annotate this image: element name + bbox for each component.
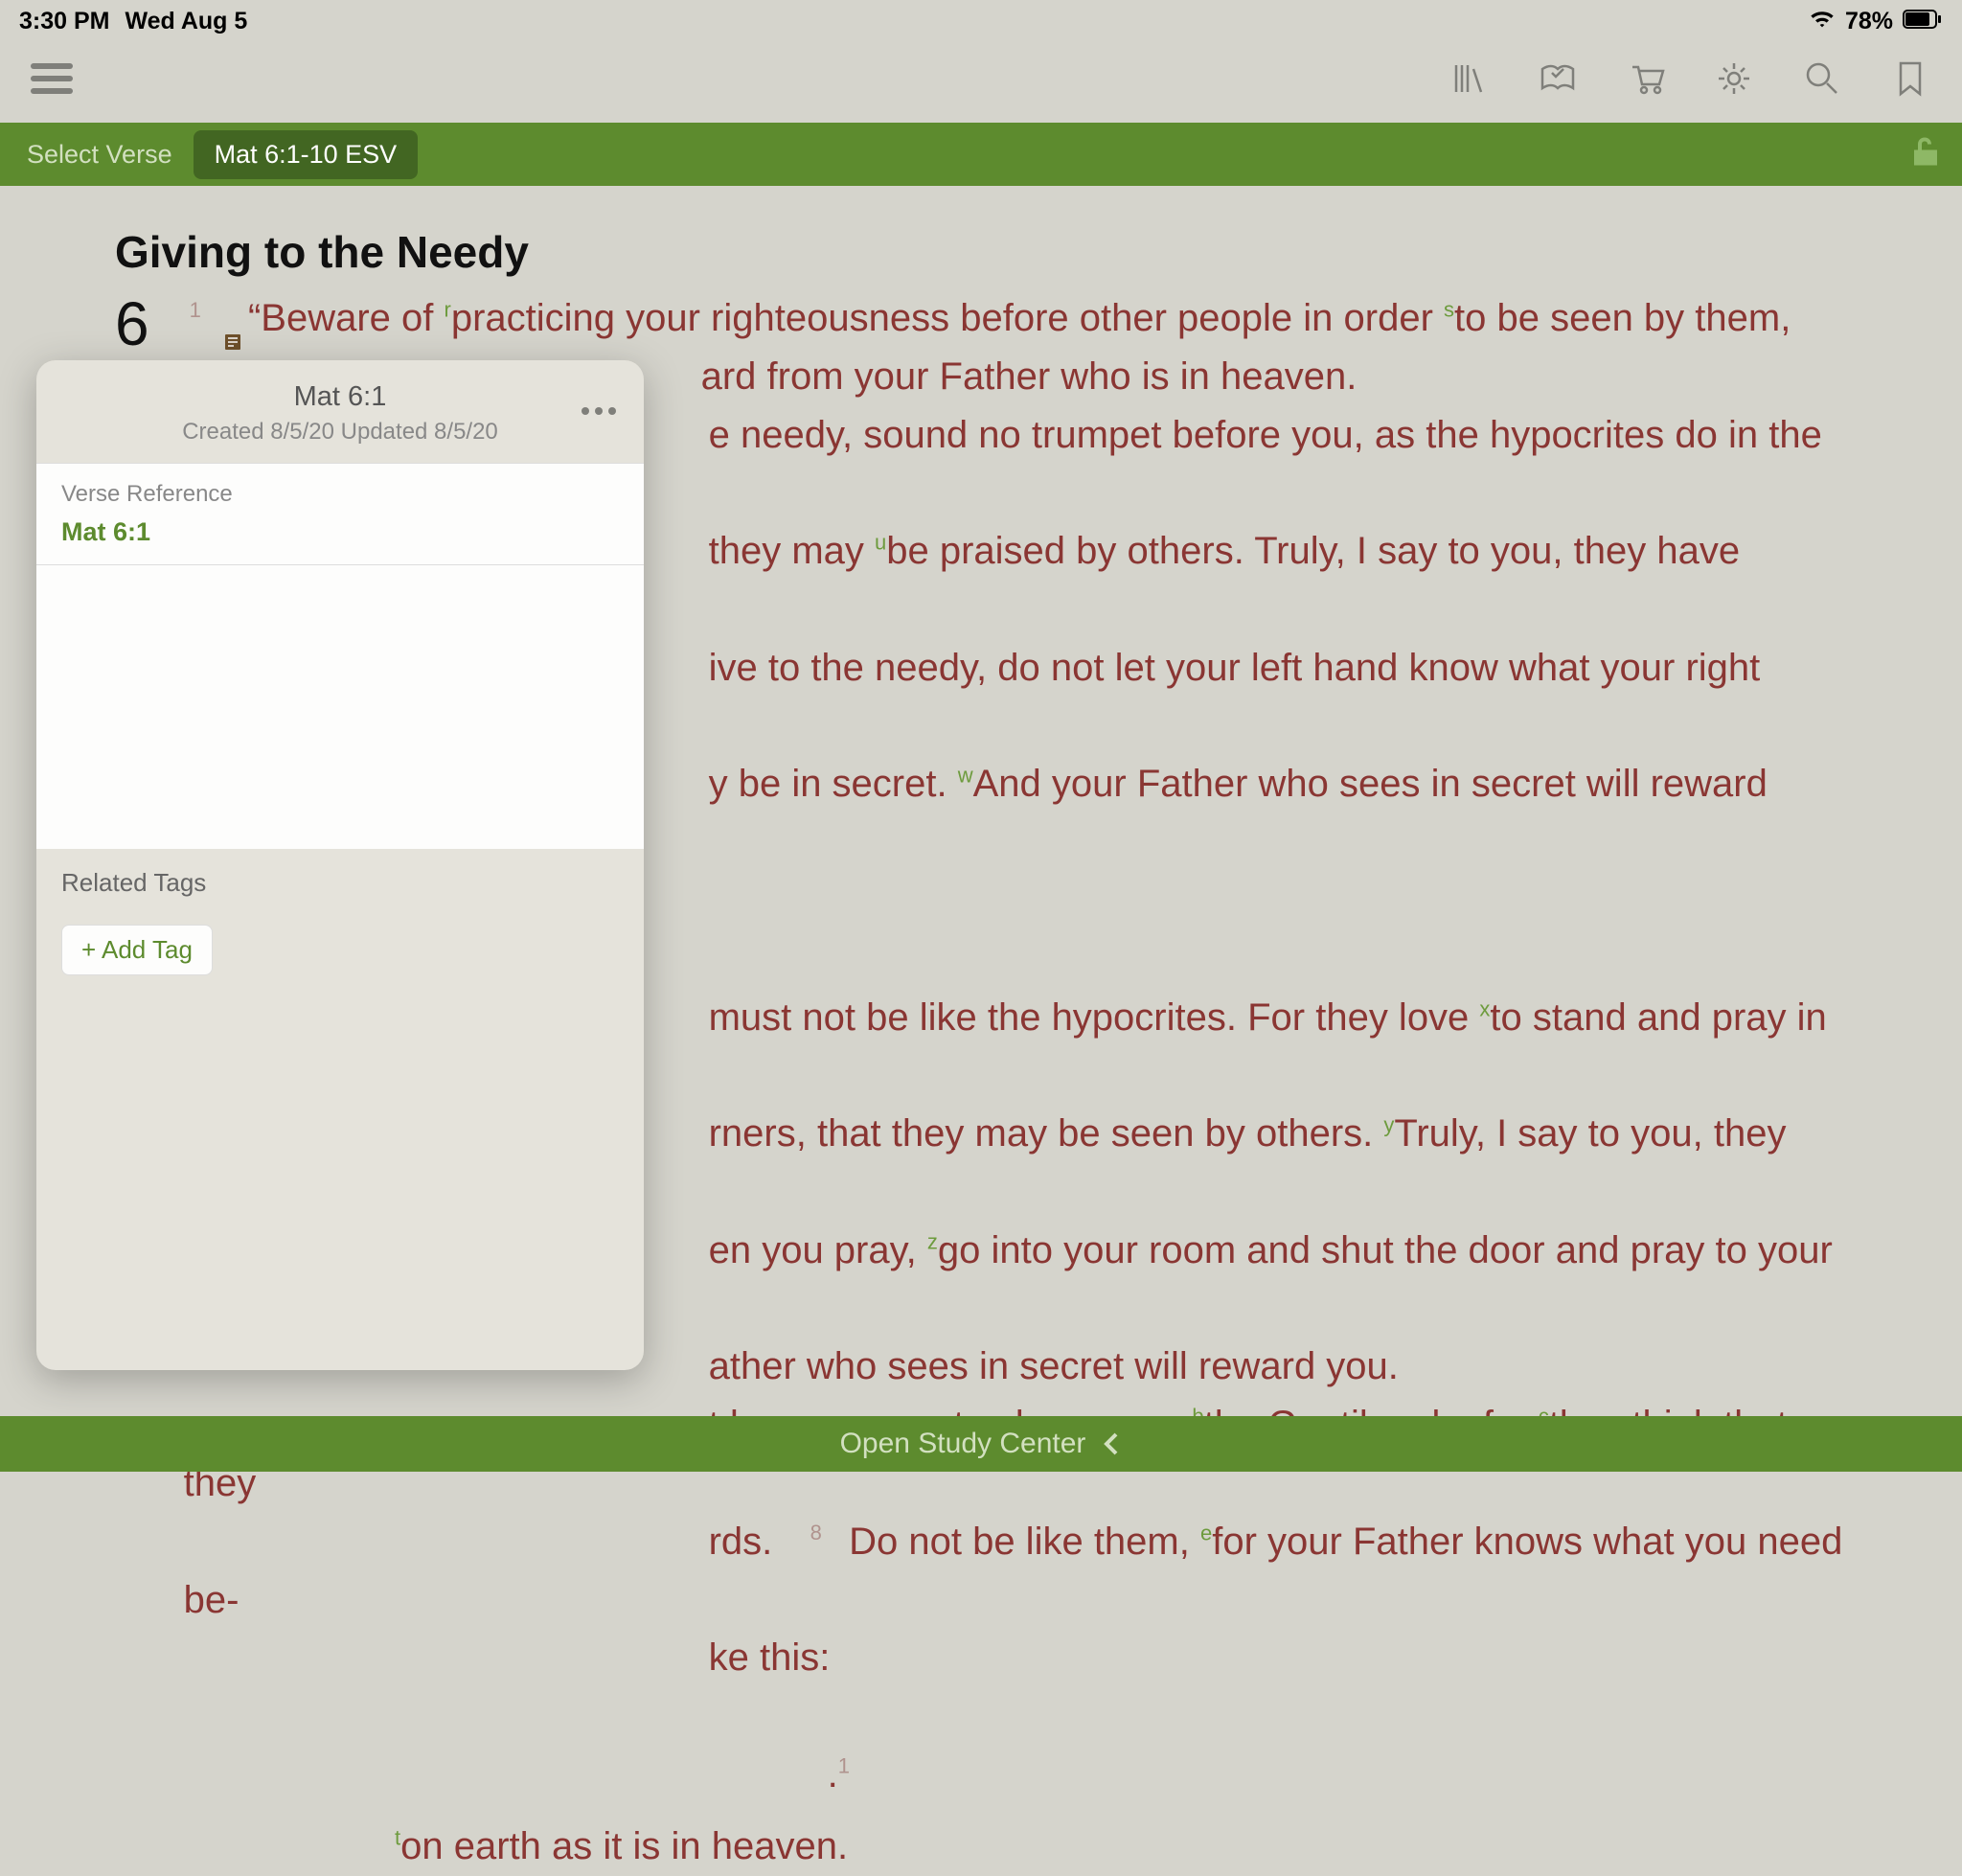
footnote-u[interactable]: u	[875, 531, 886, 555]
select-verse-button[interactable]: Select Verse	[27, 140, 172, 170]
status-date: Wed Aug 5	[125, 8, 247, 35]
menu-button[interactable]	[31, 63, 73, 94]
footnote-s[interactable]: s	[1444, 298, 1454, 322]
note-popover: Mat 6:1 Created 8/5/20 Updated 8/5/20 Ve…	[36, 360, 644, 1370]
popover-body	[36, 565, 644, 849]
unlock-icon[interactable]	[1908, 135, 1943, 174]
footnote-w[interactable]: w	[958, 764, 973, 788]
footnote-r[interactable]: r	[445, 298, 451, 322]
main-toolbar	[0, 42, 1962, 123]
study-center-label: Open Study Center	[840, 1428, 1086, 1460]
bookmark-icon[interactable]	[1889, 57, 1931, 100]
chapter-number: 6	[115, 293, 149, 355]
study-center-bar[interactable]: Open Study Center	[0, 1416, 1962, 1472]
footnote-x[interactable]: x	[1479, 996, 1490, 1020]
verse-number-1[interactable]: 1	[190, 298, 201, 322]
cart-icon[interactable]	[1625, 57, 1667, 100]
note-icon[interactable]	[223, 310, 242, 330]
status-bar: 3:30 PM Wed Aug 5 78%	[0, 0, 1962, 42]
popover-title: Mat 6:1	[52, 381, 628, 413]
battery-percent: 78%	[1845, 8, 1893, 35]
battery-icon	[1903, 8, 1943, 35]
verse-reference-link[interactable]: Mat 6:1	[61, 517, 619, 547]
search-icon[interactable]	[1801, 57, 1843, 100]
add-tag-button[interactable]: + Add Tag	[61, 925, 213, 975]
footnote-1[interactable]: 1	[838, 1754, 850, 1778]
verse-reference-chip[interactable]: Mat 6:1-10 ESV	[194, 130, 419, 179]
related-tags-label: Related Tags	[61, 868, 619, 898]
popover-more-button[interactable]	[579, 402, 619, 420]
gear-icon[interactable]	[1713, 57, 1755, 100]
verse-number-8[interactable]: 8	[810, 1521, 822, 1544]
reading-icon[interactable]	[1537, 57, 1579, 100]
popover-subtitle: Created 8/5/20 Updated 8/5/20	[52, 419, 628, 446]
footnote-y[interactable]: y	[1383, 1113, 1394, 1137]
footnote-z[interactable]: z	[927, 1229, 938, 1253]
wifi-icon	[1809, 8, 1836, 35]
footnote-e[interactable]: e	[1200, 1521, 1212, 1544]
verse-reference-label: Verse Reference	[61, 481, 619, 508]
chevron-left-icon	[1101, 1430, 1122, 1457]
section-title: Giving to the Needy	[115, 226, 1847, 278]
status-time: 3:30 PM	[19, 8, 109, 35]
library-icon[interactable]	[1449, 57, 1491, 100]
verse-bar: Select Verse Mat 6:1-10 ESV	[0, 123, 1962, 186]
